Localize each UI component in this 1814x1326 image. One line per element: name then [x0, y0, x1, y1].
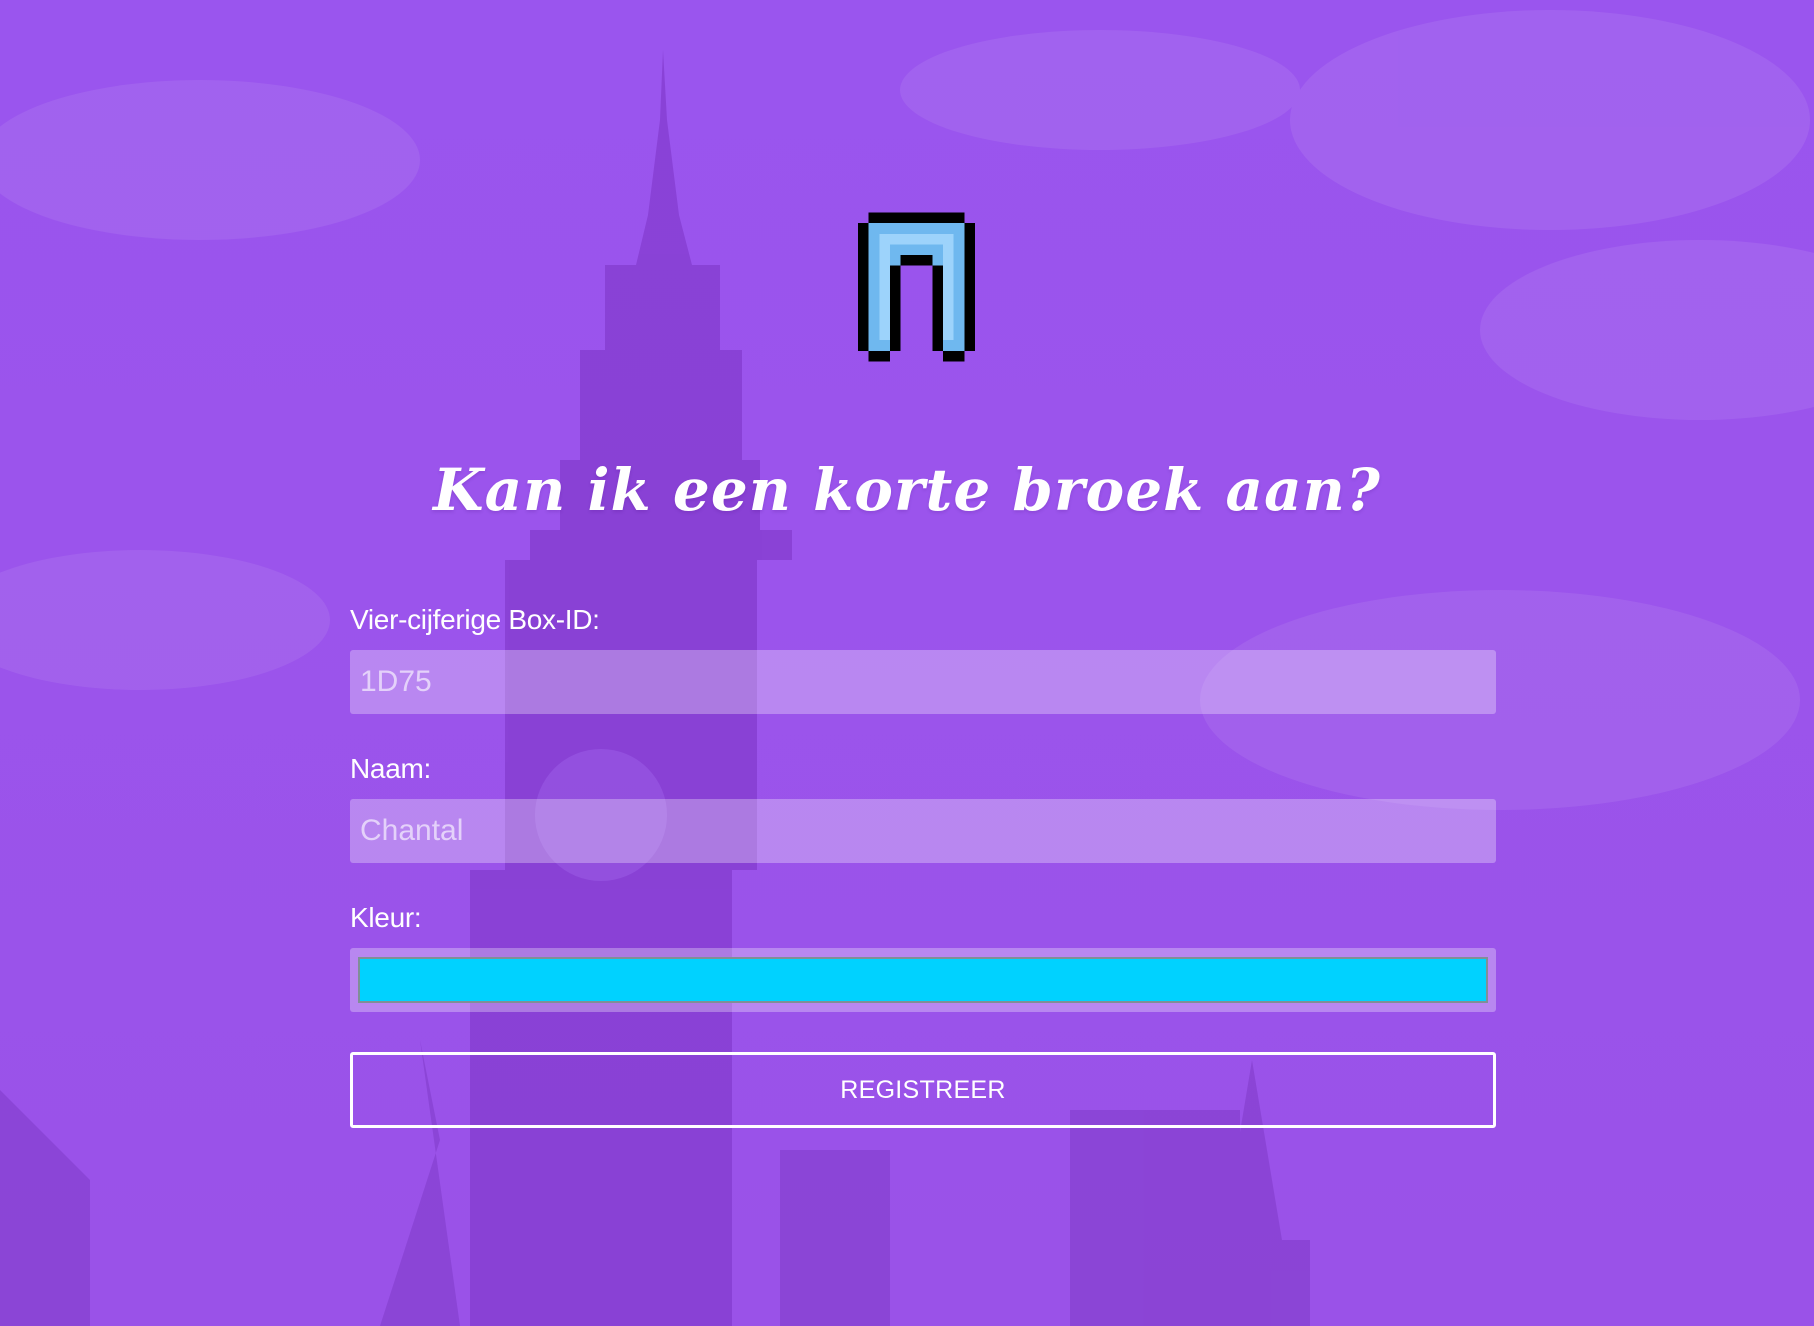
box-id-label: Vier-cijferige Box-ID:: [350, 604, 600, 635]
registration-form: Vier-cijferige Box-ID: Naam: Kleur: REGI…: [350, 600, 1496, 1128]
content: Kan ik een korte broek aan? Vier-cijferi…: [0, 0, 1814, 1326]
register-button[interactable]: REGISTREER: [350, 1052, 1496, 1128]
name-label: Naam:: [350, 753, 431, 784]
color-picker[interactable]: [350, 948, 1496, 1012]
color-label: Kleur:: [350, 902, 422, 933]
color-swatch[interactable]: [358, 957, 1488, 1003]
registration-page: Kan ik een korte broek aan? Vier-cijferi…: [0, 0, 1814, 1326]
page-title: Kan ik een korte broek aan?: [433, 456, 1381, 524]
shorts-icon: [858, 212, 975, 362]
box-id-input[interactable]: [350, 650, 1496, 714]
name-input[interactable]: [350, 799, 1496, 863]
